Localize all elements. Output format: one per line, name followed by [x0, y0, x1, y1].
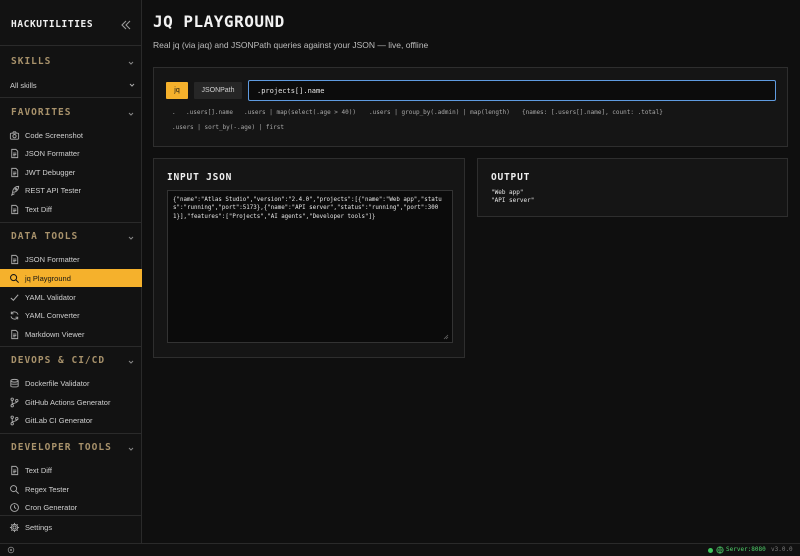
- search-icon: [10, 273, 19, 283]
- sidebar-item-label: Dockerfile Validator: [25, 378, 90, 388]
- file-icon: [11, 167, 19, 177]
- file-icon: [11, 148, 19, 158]
- example-query-chip[interactable]: .users[].name: [186, 109, 233, 116]
- sidebar-item-jq-playground[interactable]: jq Playground: [0, 269, 142, 287]
- sidebar-item-label: Cron Generator: [25, 502, 78, 512]
- json-input-textarea[interactable]: {"name":"Atlas Studio","version":"2.4.0"…: [167, 190, 453, 343]
- mode-jq-button[interactable]: jq: [166, 82, 188, 99]
- page-title: JQ PLAYGROUND: [153, 12, 285, 31]
- section-skills[interactable]: SKILLS: [11, 56, 51, 67]
- app-brand: HACKUTILITIES: [11, 19, 94, 30]
- page-subtitle: Real jq (via jaq) and JSONPath queries a…: [153, 40, 429, 50]
- sidebar-item-label: GitLab CI Generator: [25, 415, 93, 425]
- all-skills-select[interactable]: All skills: [10, 81, 37, 90]
- resize-handle-icon[interactable]: [443, 334, 449, 340]
- chevron-down-icon[interactable]: [127, 358, 135, 366]
- sidebar-item-markdown-viewer[interactable]: Markdown Viewer: [0, 325, 142, 343]
- example-query-chip[interactable]: .users | group_by(.admin) | map(length): [369, 109, 510, 116]
- status-bar: Server:8080 v3.0.0: [0, 543, 800, 556]
- file-icon: [11, 254, 19, 264]
- app-version: v3.0.0: [771, 546, 793, 553]
- sidebar-item-github-actions-generator[interactable]: GitHub Actions Generator: [0, 393, 142, 411]
- check-icon: [10, 293, 19, 301]
- search-icon: [10, 484, 19, 494]
- output-panel: OUTPUT "Web app" "API server": [477, 158, 788, 217]
- sidebar-item-yaml-converter[interactable]: YAML Converter: [0, 306, 142, 324]
- input-json-title: INPUT JSON: [167, 172, 233, 183]
- chevron-down-icon[interactable]: [127, 445, 135, 453]
- output-line: "API server": [491, 197, 535, 204]
- example-query-chip[interactable]: {names: [.users[].name], count: .total}: [522, 109, 663, 116]
- chevron-down-icon[interactable]: [127, 59, 135, 67]
- sidebar-item-jwt-debugger[interactable]: JWT Debugger: [0, 163, 142, 181]
- sidebar-item-label: REST API Tester: [25, 185, 81, 195]
- sidebar-item-label: Code Screenshot: [25, 130, 83, 140]
- sidebar-item-json-formatter[interactable]: JSON Formatter: [0, 144, 142, 162]
- rocket-icon: [10, 185, 20, 196]
- collapse-sidebar-icon[interactable]: [120, 19, 132, 31]
- git-branch-icon: [10, 397, 19, 407]
- divider: [0, 346, 142, 347]
- divider: [0, 97, 142, 98]
- section-favorites[interactable]: FAVORITES: [11, 107, 71, 118]
- example-query-chip[interactable]: .users | sort_by(-.age) | first: [172, 124, 284, 131]
- settings-label: Settings: [25, 522, 53, 532]
- sidebar-item-yaml-validator[interactable]: YAML Validator: [0, 288, 142, 306]
- database-icon: [10, 378, 19, 387]
- section-developer-tools[interactable]: DEVELOPER TOOLS: [11, 442, 112, 453]
- sidebar-item-label: JSON Formatter: [25, 254, 80, 264]
- sidebar-item-label: jq Playground: [25, 273, 71, 283]
- camera-icon: [9, 130, 20, 140]
- globe-icon: [716, 546, 724, 554]
- file-icon: [11, 204, 19, 214]
- sidebar: HACKUTILITIES SKILLS All skills FAVORITE…: [0, 0, 142, 543]
- sidebar-item-label: Regex Tester: [25, 484, 70, 494]
- query-panel: jq JSONPath . .users[].name .users | map…: [153, 67, 788, 147]
- git-branch-icon: [10, 415, 19, 425]
- query-input[interactable]: [248, 80, 776, 101]
- divider: [0, 222, 142, 223]
- divider: [0, 515, 142, 516]
- output-line: "Web app": [491, 189, 524, 196]
- divider: [0, 433, 142, 434]
- sidebar-item-regex-tester[interactable]: Regex Tester: [0, 480, 142, 498]
- clock-icon: [10, 502, 19, 512]
- output-title: OUTPUT: [491, 172, 531, 183]
- example-query-chip[interactable]: .users | map(select(.age > 40)): [244, 109, 356, 116]
- sidebar-item-json-formatter[interactable]: JSON Formatter: [0, 250, 142, 268]
- sidebar-item-dockerfile-validator[interactable]: Dockerfile Validator: [0, 374, 142, 392]
- example-query-chip[interactable]: .: [172, 109, 176, 116]
- sidebar-item-label: JWT Debugger: [25, 167, 76, 177]
- settings-icon[interactable]: [7, 546, 15, 554]
- sidebar-item-gitlab-ci-generator[interactable]: GitLab CI Generator: [0, 411, 142, 429]
- sidebar-item-label: YAML Validator: [25, 292, 76, 302]
- chevron-down-icon[interactable]: [127, 234, 135, 242]
- sidebar-item-label: Markdown Viewer: [25, 329, 85, 339]
- server-status[interactable]: Server:8080: [726, 546, 766, 553]
- input-json-panel: INPUT JSON {"name":"Atlas Studio","versi…: [153, 158, 465, 358]
- sidebar-item-settings[interactable]: Settings: [0, 518, 142, 536]
- sidebar-item-label: JSON Formatter: [25, 148, 80, 158]
- sidebar-item-text-diff[interactable]: Text Diff: [0, 461, 142, 479]
- server-status-dot: [708, 548, 713, 553]
- file-icon: [11, 329, 19, 339]
- sidebar-item-label: GitHub Actions Generator: [25, 397, 111, 407]
- section-devops[interactable]: DEVOPS & CI/CD: [11, 355, 105, 366]
- file-icon: [11, 465, 19, 475]
- refresh-icon: [10, 310, 19, 320]
- sidebar-item-label: Text Diff: [25, 465, 52, 475]
- chevron-down-icon[interactable]: [127, 110, 135, 118]
- mode-jsonpath-button[interactable]: JSONPath: [194, 82, 242, 99]
- section-data-tools[interactable]: DATA TOOLS: [11, 231, 78, 242]
- sidebar-item-code-screenshot[interactable]: Code Screenshot: [0, 126, 142, 144]
- sidebar-item-label: YAML Converter: [25, 310, 80, 320]
- divider: [0, 45, 142, 46]
- gear-icon: [9, 522, 20, 532]
- sidebar-item-rest-api-tester[interactable]: REST API Tester: [0, 181, 142, 199]
- sidebar-item-label: Text Diff: [25, 204, 52, 214]
- sidebar-item-text-diff[interactable]: Text Diff: [0, 200, 142, 218]
- sidebar-item-cron-generator[interactable]: Cron Generator: [0, 498, 142, 516]
- chevron-down-icon[interactable]: [129, 82, 135, 88]
